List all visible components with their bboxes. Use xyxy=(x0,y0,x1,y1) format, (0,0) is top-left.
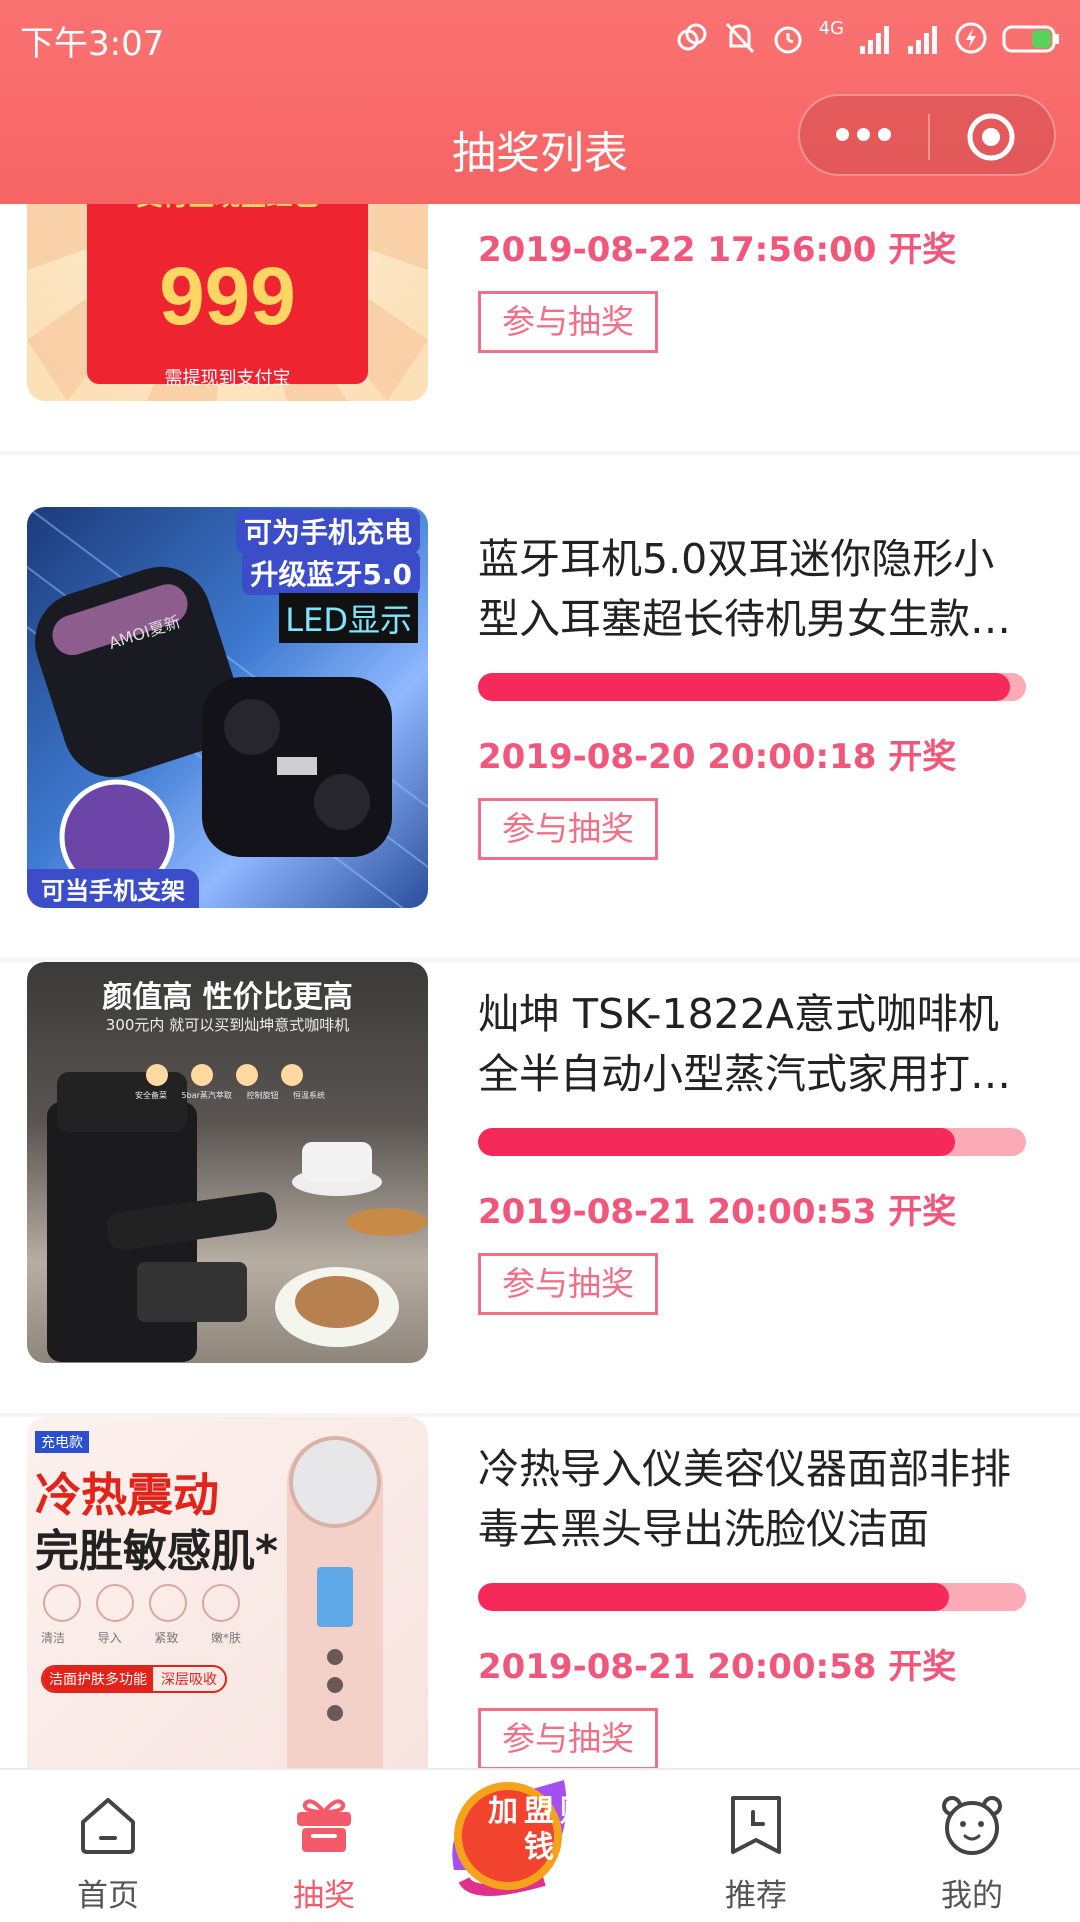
packet-note: 需提现到支付宝 xyxy=(164,368,291,389)
tab-home[interactable]: 首页 xyxy=(0,1770,216,1922)
draw-time: 2019-08-20 20:00:18 开奖 xyxy=(478,737,957,777)
product-image[interactable]: 支付宝现金红包 999 需提现到支付宝 xyxy=(27,204,428,401)
list-item[interactable]: 可为手机充电 升级蓝牙5.0 LED显示 AMOI夏新 可当手机支架 蓝牙耳机5… xyxy=(0,507,1080,962)
list-item[interactable]: 支付宝现金红包 999 需提现到支付宝 2019-08-22 17:56:00 … xyxy=(0,204,1080,455)
miniprogram-capsule xyxy=(798,94,1056,176)
tab-join[interactable]: 加盟赚钱 xyxy=(432,1770,648,1922)
status-bar: 下午3:07 4G xyxy=(0,0,1080,72)
feature-label: 导入 xyxy=(97,1631,122,1645)
tab-mine[interactable]: 我的 xyxy=(864,1770,1080,1922)
feature-label: 清洁 xyxy=(41,1631,66,1645)
feature-label: 恒温系统 xyxy=(293,1091,325,1100)
progress-bar xyxy=(478,673,1026,701)
join-lottery-button[interactable]: 参与抽奖 xyxy=(478,1253,658,1315)
progress-fill xyxy=(478,1128,955,1156)
product-image[interactable]: 颜值高 性价比更高 300元内 就可以买到灿坤意式咖啡机 安全备菜 5bar蒸汽… xyxy=(27,962,428,1363)
feature-label: 控制旋钮 xyxy=(246,1091,279,1100)
draw-time: 2019-08-22 17:56:00 开奖 xyxy=(478,230,957,270)
divider xyxy=(0,451,1080,455)
draw-time: 2019-08-21 20:00:58 开奖 xyxy=(478,1647,957,1687)
join-lottery-button[interactable]: 参与抽奖 xyxy=(478,1708,658,1768)
pill-absorb: 深层吸收 xyxy=(161,1672,217,1688)
bookmark-clock-icon xyxy=(731,1796,781,1854)
more-menu-button[interactable] xyxy=(836,128,892,144)
link-icon xyxy=(677,23,707,51)
top-header: 下午3:07 4G 抽奖列表 xyxy=(0,0,1080,204)
progress-fill xyxy=(478,1583,950,1611)
product-image[interactable]: 充电款 冷热震动 完胜敏感肌* 清洁 导入 紧致 嫩*肤 洁面护肤多功能 深层吸… xyxy=(27,1417,428,1768)
feature-label: 嫩*肤 xyxy=(210,1631,241,1645)
status-icons: 4G xyxy=(675,18,1062,58)
lottery-list[interactable]: 支付宝现金红包 999 需提现到支付宝 2019-08-22 17:56:00 … xyxy=(0,204,1080,1768)
image-line2: 完胜敏感肌* xyxy=(35,1526,279,1577)
progress-bar xyxy=(478,1583,1026,1611)
product-title[interactable]: 蓝牙耳机5.0双耳迷你隐形小型入耳塞超长待机男女生款适用苹果 xyxy=(478,529,1018,649)
tab-label: 推荐 xyxy=(725,1878,787,1914)
close-miniprogram-icon[interactable] xyxy=(966,112,1016,162)
pill-multifunction: 洁面护肤多功能 xyxy=(43,1667,153,1691)
network-type: 4G xyxy=(818,18,844,39)
signal-icon xyxy=(860,26,889,54)
home-icon xyxy=(81,1798,135,1854)
mute-bell-icon xyxy=(725,22,754,54)
product-image[interactable]: 可为手机充电 升级蓝牙5.0 LED显示 AMOI夏新 可当手机支架 xyxy=(27,507,428,908)
bear-face-icon xyxy=(942,1796,1002,1855)
image-subline: 300元内 就可以买到灿坤意式咖啡机 xyxy=(105,1016,350,1034)
feature-label: 安全备菜 xyxy=(135,1091,167,1100)
bottom-tab-bar: 首页 抽奖 加盟赚钱 推荐 我的 xyxy=(0,1768,1080,1922)
progress-bar xyxy=(478,1128,1026,1156)
packet-amount: 999 xyxy=(159,251,296,342)
tab-label: 首页 xyxy=(77,1878,139,1914)
image-tag-bluetooth: 升级蓝牙5.0 xyxy=(242,551,420,595)
charging-icon xyxy=(955,22,987,54)
list-item[interactable]: 颜值高 性价比更高 300元内 就可以买到灿坤意式咖啡机 安全备菜 5bar蒸汽… xyxy=(0,962,1080,1417)
battery-icon xyxy=(1002,25,1059,53)
image-tag-charge: 可为手机充电 xyxy=(235,509,420,553)
tab-recommend[interactable]: 推荐 xyxy=(648,1770,864,1922)
gift-icon xyxy=(297,1799,351,1852)
image-features: 清洁 导入 紧致 嫩*肤 xyxy=(41,1629,241,1646)
feature-label: 紧致 xyxy=(154,1631,179,1645)
join-badge-text: 加盟赚钱 xyxy=(488,1794,596,1865)
tab-label: 抽奖 xyxy=(293,1878,355,1914)
capsule-divider xyxy=(928,114,930,160)
image-tag-stand: 可当手机支架 xyxy=(27,869,199,908)
tab-label: 我的 xyxy=(941,1878,1003,1914)
image-features: 安全备菜 5bar蒸汽萃取 控制旋钮 恒温系统 xyxy=(135,1090,325,1101)
image-headline: 颜值高 性价比更高 xyxy=(102,980,353,1015)
image-pills: 洁面护肤多功能 深层吸收 xyxy=(41,1665,227,1693)
packet-banner: 支付宝现金红包 xyxy=(87,204,368,213)
status-time: 下午3:07 xyxy=(20,24,165,64)
product-title[interactable]: 冷热导入仪美容仪器面部非排毒去黑头导出洗脸仪洁面 xyxy=(478,1439,1018,1559)
tab-lottery[interactable]: 抽奖 xyxy=(216,1770,432,1922)
list-item[interactable]: 充电款 冷热震动 完胜敏感肌* 清洁 导入 紧致 嫩*肤 洁面护肤多功能 深层吸… xyxy=(0,1417,1080,1768)
join-lottery-button[interactable]: 参与抽奖 xyxy=(478,798,658,860)
feature-label: 5bar蒸汽萃取 xyxy=(181,1091,232,1100)
image-tag-charging: 充电款 xyxy=(35,1431,89,1453)
draw-time: 2019-08-21 20:00:53 开奖 xyxy=(478,1192,957,1232)
alarm-icon xyxy=(774,26,802,54)
product-title[interactable]: 灿坤 TSK-1822A意式咖啡机全半自动小型蒸汽式家用打奶泡 xyxy=(478,984,1018,1104)
join-lottery-button[interactable]: 参与抽奖 xyxy=(478,291,658,353)
image-tag-led: LED显示 xyxy=(279,593,418,643)
signal-icon-2 xyxy=(908,26,937,54)
progress-fill xyxy=(478,673,1010,701)
